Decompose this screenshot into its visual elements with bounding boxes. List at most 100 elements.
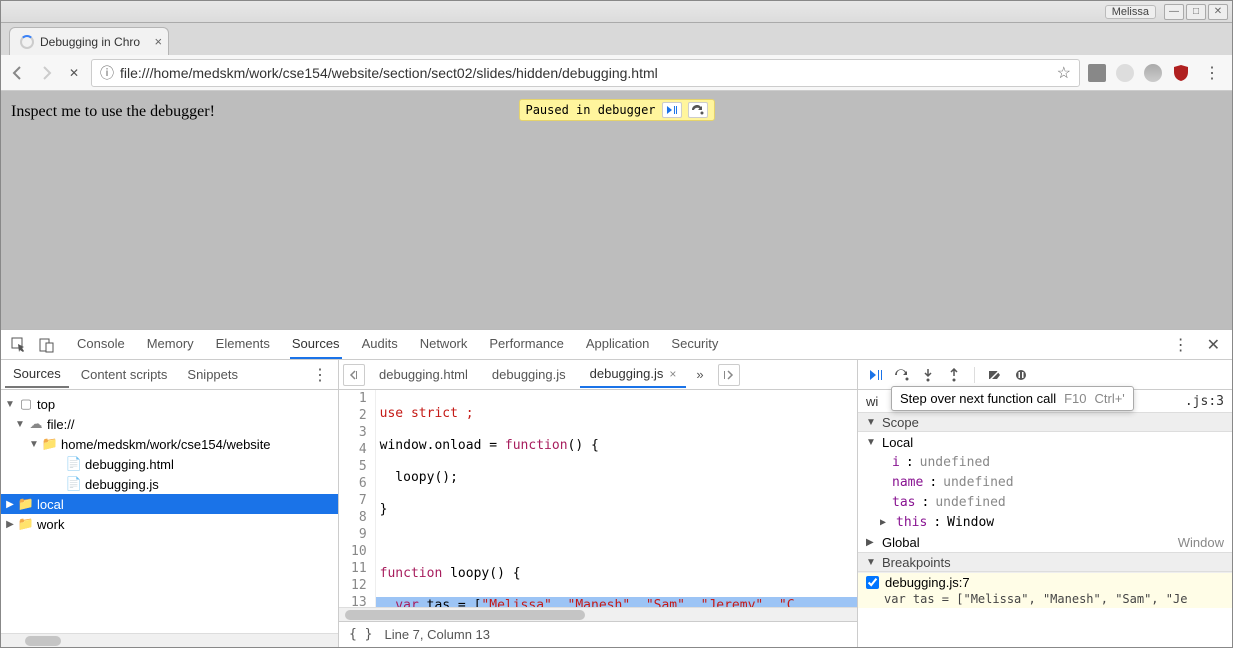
editor-tab-html[interactable]: debugging.html xyxy=(369,362,478,387)
folder-icon: 📁 xyxy=(43,436,57,452)
cursor-position: Line 7, Column 13 xyxy=(384,627,490,642)
back-button[interactable] xyxy=(7,62,29,84)
file-icon: 📄 xyxy=(67,456,81,472)
panel-memory[interactable]: Memory xyxy=(145,330,196,359)
tree-local[interactable]: ▶📁local xyxy=(1,494,338,514)
navigator-scrollbar[interactable] xyxy=(1,633,338,647)
inspect-element-icon[interactable] xyxy=(9,337,29,353)
stop-reload-button[interactable]: ✕ xyxy=(63,62,85,84)
cloud-icon: ☁ xyxy=(29,416,43,432)
editor-scrollbar[interactable] xyxy=(339,607,857,621)
editor-tabs: debugging.html debugging.js debugging.js… xyxy=(339,360,857,390)
tree-folder[interactable]: ▼📁home/medskm/work/cse154/website xyxy=(1,434,338,454)
forward-button[interactable] xyxy=(35,62,57,84)
page-viewport: Inspect me to use the debugger! Paused i… xyxy=(1,91,1232,330)
pause-exceptions-button[interactable] xyxy=(1013,369,1029,381)
browser-tab[interactable]: Debugging in Chro × xyxy=(9,27,169,55)
url-text: file:///home/medskm/work/cse154/website/… xyxy=(120,65,1051,81)
nav-tab-snippets[interactable]: Snippets xyxy=(179,362,246,387)
js-file-icon: 📄 xyxy=(67,476,81,492)
paused-overlay: Paused in debugger xyxy=(518,99,714,121)
maximize-button[interactable]: □ xyxy=(1186,4,1206,20)
info-icon[interactable]: ⓘ xyxy=(100,63,114,83)
code-lines: use strict ; window.onload = function() … xyxy=(376,390,857,607)
tree-file-html[interactable]: 📄debugging.html xyxy=(1,454,338,474)
minimize-button[interactable]: — xyxy=(1164,4,1184,20)
resume-button[interactable] xyxy=(868,369,884,381)
editor-nav-button[interactable] xyxy=(343,364,365,386)
var-tas: tas: undefined xyxy=(858,492,1232,512)
editor-status-bar: { } Line 7, Column 13 xyxy=(339,621,857,647)
devtools-body: Sources Content scripts Snippets ⋮ ▼▢top… xyxy=(1,360,1232,647)
panel-application[interactable]: Application xyxy=(584,330,652,359)
frame-icon: ▢ xyxy=(19,396,33,412)
tree-origin[interactable]: ▼☁file:// xyxy=(1,414,338,434)
nav-tab-content-scripts[interactable]: Content scripts xyxy=(73,362,176,387)
source-editor: debugging.html debugging.js debugging.js… xyxy=(339,360,858,647)
breakpoint-item[interactable]: debugging.js:7 var tas = ["Melissa", "Ma… xyxy=(858,572,1232,608)
tree-work[interactable]: ▶📁work xyxy=(1,514,338,534)
devtools-panel-tabs: Console Memory Elements Sources Audits N… xyxy=(75,330,720,359)
scope-global[interactable]: ▶GlobalWindow xyxy=(858,532,1232,552)
browser-tabstrip: Debugging in Chro × xyxy=(1,23,1232,55)
tab-title: Debugging in Chro xyxy=(40,35,140,49)
tree-top[interactable]: ▼▢top xyxy=(1,394,338,414)
close-icon[interactable]: × xyxy=(669,367,676,381)
editor-tab-js-1[interactable]: debugging.js xyxy=(482,362,576,387)
panel-performance[interactable]: Performance xyxy=(487,330,565,359)
panel-console[interactable]: Console xyxy=(75,330,127,359)
breakpoint-checkbox[interactable] xyxy=(866,576,879,589)
panel-network[interactable]: Network xyxy=(418,330,470,359)
window-titlebar: Melissa — □ ✕ xyxy=(1,1,1232,23)
ublock-icon[interactable] xyxy=(1170,62,1192,84)
editor-more-tabs[interactable]: » xyxy=(690,367,709,382)
overlay-step-button[interactable] xyxy=(688,102,708,118)
close-window-button[interactable]: ✕ xyxy=(1208,4,1228,20)
folder-icon: 📁 xyxy=(19,516,33,532)
breakpoints-heading[interactable]: ▼Breakpoints xyxy=(858,552,1232,572)
debugger-content: wi.js:3 ▼Scope ▼Local i: undefined name:… xyxy=(858,390,1232,647)
panel-security[interactable]: Security xyxy=(669,330,720,359)
navigator-tabs: Sources Content scripts Snippets ⋮ xyxy=(1,360,338,390)
var-name: name: undefined xyxy=(858,472,1232,492)
devtools: Console Memory Elements Sources Audits N… xyxy=(1,329,1232,647)
step-into-button[interactable] xyxy=(920,368,936,382)
page-body-text: Inspect me to use the debugger! xyxy=(11,103,215,120)
extension-icon-1[interactable] xyxy=(1086,62,1108,84)
editor-toggle-pane[interactable] xyxy=(718,364,740,386)
pretty-print-icon[interactable]: { } xyxy=(349,627,372,642)
var-i: i: undefined xyxy=(858,452,1232,472)
navigator-menu-icon[interactable]: ⋮ xyxy=(306,365,334,385)
device-toggle-icon[interactable] xyxy=(37,337,57,353)
bookmark-star-icon[interactable]: ☆ xyxy=(1057,63,1071,83)
spinner-icon xyxy=(20,35,34,49)
file-tree: ▼▢top ▼☁file:// ▼📁home/medskm/work/cse15… xyxy=(1,390,338,633)
deactivate-breakpoints-button[interactable] xyxy=(987,369,1003,381)
extension-icon-2[interactable] xyxy=(1114,62,1136,84)
browser-toolbar: ✕ ⓘ file:///home/medskm/work/cse154/webs… xyxy=(1,55,1232,91)
devtools-close-button[interactable]: ✕ xyxy=(1203,335,1224,355)
tab-close-icon[interactable]: × xyxy=(154,34,162,49)
debugger-toolbar: Step over next function call F10 Ctrl+' xyxy=(858,360,1232,390)
step-out-button[interactable] xyxy=(946,368,962,382)
editor-tab-js-2[interactable]: debugging.js× xyxy=(580,361,687,388)
line-gutter: 1234567891011121314 xyxy=(339,390,376,607)
step-over-button[interactable] xyxy=(894,369,910,381)
devtools-toolbar: Console Memory Elements Sources Audits N… xyxy=(1,330,1232,360)
folder-icon: 📁 xyxy=(19,496,33,512)
panel-elements[interactable]: Elements xyxy=(214,330,272,359)
code-area[interactable]: 1234567891011121314 use strict ; window.… xyxy=(339,390,857,607)
scope-local[interactable]: ▼Local xyxy=(858,432,1232,452)
extension-icon-3[interactable] xyxy=(1142,62,1164,84)
url-bar[interactable]: ⓘ file:///home/medskm/work/cse154/websit… xyxy=(91,59,1080,87)
var-this[interactable]: ▶this: Window xyxy=(858,512,1232,532)
browser-menu-button[interactable]: ⋮ xyxy=(1198,63,1226,83)
scope-heading[interactable]: ▼Scope xyxy=(858,412,1232,432)
nav-tab-sources[interactable]: Sources xyxy=(5,361,69,388)
panel-sources[interactable]: Sources xyxy=(290,330,342,359)
overlay-resume-button[interactable] xyxy=(662,102,682,118)
panel-audits[interactable]: Audits xyxy=(360,330,400,359)
devtools-menu-button[interactable]: ⋮ xyxy=(1167,335,1195,355)
tree-file-js[interactable]: 📄debugging.js xyxy=(1,474,338,494)
paused-text: Paused in debugger xyxy=(525,103,655,117)
